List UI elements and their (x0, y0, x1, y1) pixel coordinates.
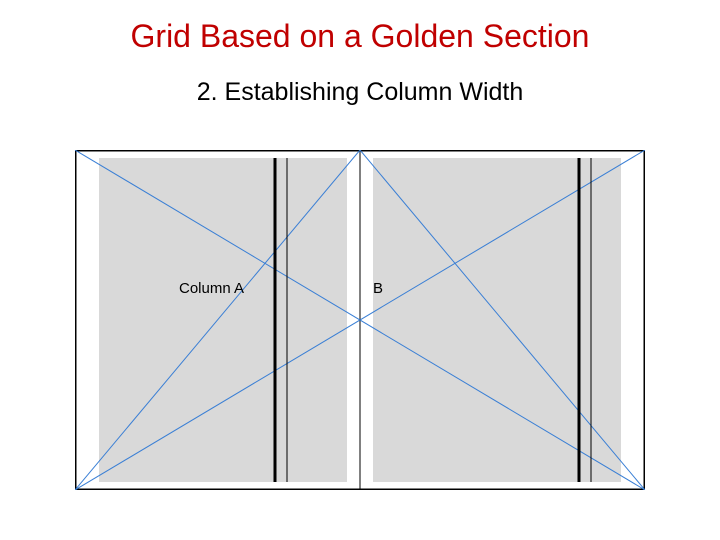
column-b-label: B (373, 280, 383, 297)
page-title: Grid Based on a Golden Section (0, 18, 720, 55)
diagram-svg (75, 150, 645, 490)
page-subtitle: 2. Establishing Column Width (0, 78, 720, 107)
golden-section-diagram: Column A B (75, 150, 645, 490)
column-a-label: Column A (179, 280, 244, 297)
